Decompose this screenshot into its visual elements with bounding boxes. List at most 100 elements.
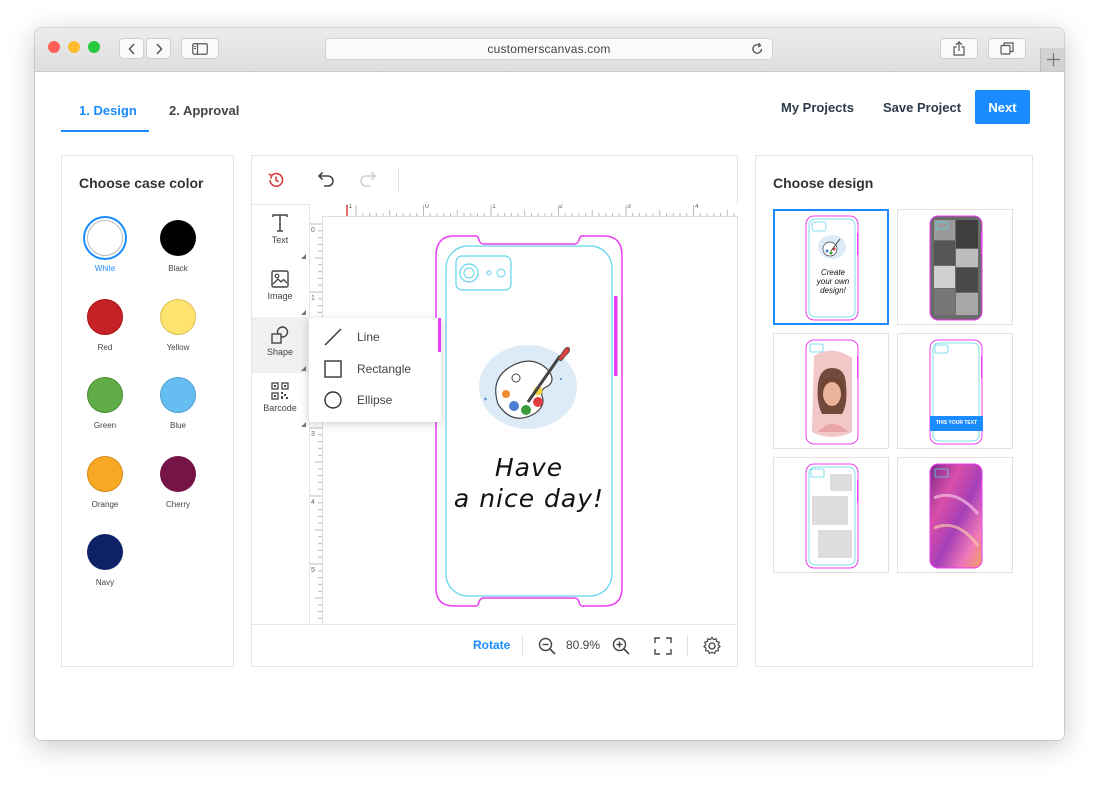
plus-icon — [1046, 53, 1060, 66]
swatch-label: Yellow — [166, 343, 190, 352]
tool-label: Text — [271, 235, 289, 245]
design-thumbnail-1[interactable]: Create your own design! — [773, 209, 889, 325]
ruler-label: -1 — [346, 204, 353, 210]
design-thumbnail-4[interactable]: THIS YOUR TEXT — [897, 333, 1013, 449]
back-button[interactable] — [119, 38, 144, 59]
shape-ellipse-option[interactable]: Ellipse — [309, 385, 441, 415]
ruler-label: 1 — [311, 295, 315, 302]
maximize-window-button[interactable] — [88, 41, 100, 53]
tool-expand-indicator — [301, 366, 306, 371]
gear-icon — [703, 636, 721, 655]
settings-button[interactable] — [702, 636, 722, 661]
history-button[interactable] — [266, 170, 286, 195]
step-design-tab[interactable]: 1. Design — [79, 103, 137, 118]
design-thumbnail-3[interactable] — [773, 333, 889, 449]
color-swatch-black[interactable]: Black — [156, 220, 200, 273]
menu-item-label: Line — [357, 330, 380, 344]
ruler-label: 1 — [492, 204, 496, 210]
ruler-label: 0 — [425, 204, 429, 210]
design-thumbnail-5[interactable] — [773, 457, 889, 573]
editor-bottom-bar: Rotate 80.9% — [252, 624, 736, 667]
design-preview — [929, 339, 983, 445]
forward-button[interactable] — [146, 38, 171, 59]
shape-icon — [271, 326, 289, 344]
design-preview — [929, 463, 983, 569]
swatch-circle — [87, 534, 123, 570]
color-swatch-orange[interactable]: Orange — [83, 456, 127, 509]
address-bar[interactable]: customerscanvas.com — [325, 38, 773, 60]
menu-item-label: Rectangle — [357, 362, 412, 376]
reload-icon[interactable] — [751, 42, 764, 56]
ruler-label: 3 — [627, 204, 631, 210]
preview-text-line: Create — [820, 268, 845, 277]
undo-button[interactable] — [314, 170, 336, 195]
color-swatch-white[interactable]: White — [83, 220, 127, 273]
canvas-text[interactable]: Have a nice day! — [432, 452, 626, 514]
swatch-label: Blue — [169, 421, 186, 430]
color-swatch-green[interactable]: Green — [83, 377, 127, 430]
my-projects-link[interactable]: My Projects — [781, 100, 854, 115]
zoom-out-button[interactable] — [538, 637, 556, 660]
barcode-tool-button[interactable]: Barcode — [252, 373, 308, 429]
swatch-label: Cherry — [165, 500, 190, 509]
canvas-text-line1: Have — [494, 453, 564, 482]
image-tool-button[interactable]: Image — [252, 261, 308, 317]
design-thumbnail-2[interactable] — [897, 209, 1013, 325]
zoom-out-icon — [538, 637, 556, 655]
fit-screen-button[interactable] — [654, 637, 672, 660]
shape-line-option[interactable]: Line — [309, 322, 441, 352]
case-color-title: Choose case color — [79, 175, 204, 191]
color-swatch-red[interactable]: Red — [83, 299, 127, 352]
swatch-label: Red — [97, 343, 113, 352]
tool-label: Barcode — [263, 403, 297, 413]
barcode-icon — [271, 382, 289, 400]
color-swatch-blue[interactable]: Blue — [156, 377, 200, 430]
ruler-label: 4 — [695, 204, 699, 210]
text-icon — [272, 214, 288, 232]
tabs-overview-button[interactable] — [988, 38, 1026, 59]
swatch-circle — [160, 299, 196, 335]
new-tab-button[interactable] — [1040, 48, 1064, 71]
ruler-label: 3 — [311, 431, 315, 438]
design-thumbnail-6[interactable] — [897, 457, 1013, 573]
phone-case-canvas[interactable] — [432, 234, 626, 610]
swatch-label: White — [94, 264, 116, 273]
share-button[interactable] — [940, 38, 978, 59]
tool-sidebar: Text Image Shape Barcode — [252, 205, 310, 624]
next-button[interactable]: Next — [975, 90, 1030, 124]
line-icon — [324, 328, 342, 346]
image-icon — [271, 270, 289, 288]
swatch-label: Black — [168, 264, 188, 273]
text-tool-button[interactable]: Text — [252, 205, 308, 261]
minimize-window-button[interactable] — [68, 41, 80, 53]
swatch-label: Green — [93, 421, 117, 430]
zoom-level: 80.9% — [566, 638, 601, 652]
choose-design-panel: Choose design Create your own design! TH… — [755, 155, 1033, 667]
tabs-icon — [1000, 42, 1014, 55]
zoom-in-button[interactable] — [612, 637, 630, 660]
page-content: 1. Design 2. Approval My Projects Save P… — [35, 72, 1064, 740]
color-swatch-yellow[interactable]: Yellow — [156, 299, 200, 352]
ruler-ticks — [346, 205, 735, 216]
sidebar-icon — [192, 42, 208, 55]
ruler-label: 2 — [559, 204, 563, 210]
browser-titlebar: customerscanvas.com — [35, 28, 1064, 72]
step-approval-tab[interactable]: 2. Approval — [169, 103, 239, 118]
swatch-circle — [87, 220, 123, 256]
rotate-button[interactable]: Rotate — [473, 638, 510, 652]
ellipse-icon — [324, 391, 342, 409]
sidebar-toggle-button[interactable] — [181, 38, 219, 59]
divider — [687, 635, 688, 657]
color-swatch-cherry[interactable]: Cherry — [156, 456, 200, 509]
swatch-label: Navy — [95, 578, 115, 587]
redo-button[interactable] — [358, 170, 380, 195]
shape-tool-button[interactable]: Shape — [252, 317, 308, 373]
color-swatch-navy[interactable]: Navy — [83, 534, 127, 587]
undo-icon — [317, 171, 334, 187]
swatch-label: Orange — [91, 500, 119, 509]
swatch-circle — [87, 456, 123, 492]
save-project-link[interactable]: Save Project — [883, 100, 961, 115]
shape-rectangle-option[interactable]: Rectangle — [309, 354, 441, 384]
tool-expand-indicator — [301, 254, 306, 259]
close-window-button[interactable] — [48, 41, 60, 53]
